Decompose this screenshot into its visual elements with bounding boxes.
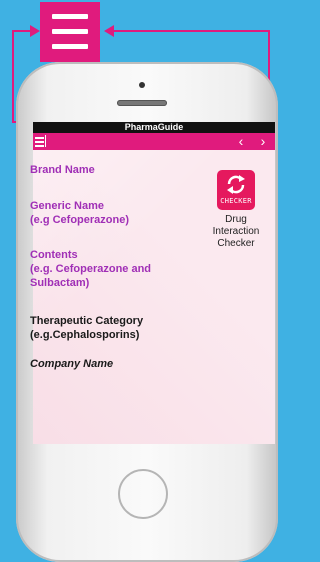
checker-caption-line2: Interaction: [212, 226, 260, 237]
therapeutic-category-hint: (e.g.Cephalosporins): [30, 329, 140, 341]
callout-arrow-left: [104, 25, 114, 37]
earpiece-speaker: [117, 100, 167, 106]
brand-name-field[interactable]: Brand Name: [30, 163, 95, 177]
callout-arrow-right: [30, 25, 40, 37]
home-button[interactable]: [118, 469, 168, 519]
generic-name-hint: (e.g Cefoperazone): [30, 214, 130, 226]
contents-label: Contents: [30, 249, 78, 261]
company-name-field[interactable]: Company Name: [30, 357, 113, 371]
contents-hint-line2: Sulbactam): [30, 277, 90, 289]
checker-tile-label: CHECKER: [220, 197, 252, 205]
contents-hint-line1: (e.g. Cefoperazone and: [30, 263, 152, 275]
app-title: PharmaGuide: [33, 122, 275, 133]
nav-bar: ‹ ›: [33, 133, 275, 150]
drug-interaction-checker-button[interactable]: CHECKER: [217, 170, 255, 210]
therapeutic-category-field[interactable]: Therapeutic Category (e.g.Cephalosporins…: [30, 314, 143, 342]
checker-caption: Drug Interaction Checker: [204, 214, 268, 250]
generic-name-label: Generic Name: [30, 200, 104, 212]
nav-separator: [45, 135, 46, 147]
drug-interaction-checker-icon: [227, 175, 245, 194]
generic-name-field[interactable]: Generic Name (e.g Cefoperazone): [30, 199, 129, 227]
back-arrow-icon[interactable]: ‹: [233, 133, 249, 150]
company-name-label: Company Name: [30, 358, 114, 370]
forward-arrow-icon[interactable]: ›: [255, 133, 271, 150]
brand-name-label: Brand Name: [30, 164, 95, 176]
hamburger-callout-icon: [40, 2, 100, 62]
therapeutic-category-label: Therapeutic Category: [30, 315, 144, 327]
checker-caption-line3: Checker: [217, 238, 255, 249]
callout-line-right-horizontal: [114, 30, 270, 32]
contents-field[interactable]: Contents (e.g. Cefoperazone and Sulbacta…: [30, 248, 151, 290]
checker-caption-line1: Drug: [225, 214, 247, 225]
callout-line-left-vertical: [12, 30, 14, 122]
front-camera: [139, 82, 145, 88]
